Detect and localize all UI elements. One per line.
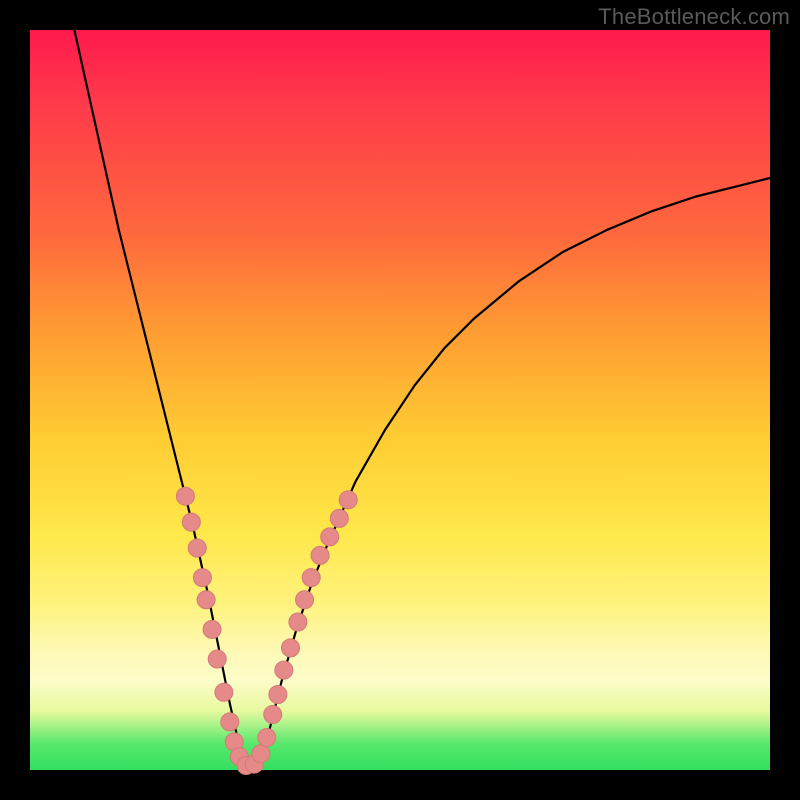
marker-dot — [264, 706, 282, 724]
marker-dot — [330, 509, 348, 527]
marker-dot — [311, 546, 329, 564]
marker-dot — [197, 591, 215, 609]
marker-dot — [275, 661, 293, 679]
marker-dot — [188, 539, 206, 557]
marker-dot — [302, 569, 320, 587]
marker-dot — [208, 650, 226, 668]
marker-dot — [182, 513, 200, 531]
chart-frame: TheBottleneck.com — [0, 0, 800, 800]
marker-dot — [258, 728, 276, 746]
marker-dot — [221, 713, 239, 731]
marker-dot — [203, 620, 221, 638]
curve-layer — [30, 30, 770, 770]
marker-dot — [296, 591, 314, 609]
plot-area — [30, 30, 770, 770]
marker-dot — [215, 683, 233, 701]
bottleneck-curve — [74, 30, 770, 768]
marker-dot — [281, 639, 299, 657]
marker-dot — [252, 745, 270, 763]
marker-dot — [269, 686, 287, 704]
marker-dot — [321, 528, 339, 546]
marker-dot — [339, 491, 357, 509]
watermark-text: TheBottleneck.com — [598, 4, 790, 30]
marker-dot — [176, 487, 194, 505]
highlighted-points — [176, 487, 357, 774]
marker-dot — [289, 613, 307, 631]
marker-dot — [193, 569, 211, 587]
